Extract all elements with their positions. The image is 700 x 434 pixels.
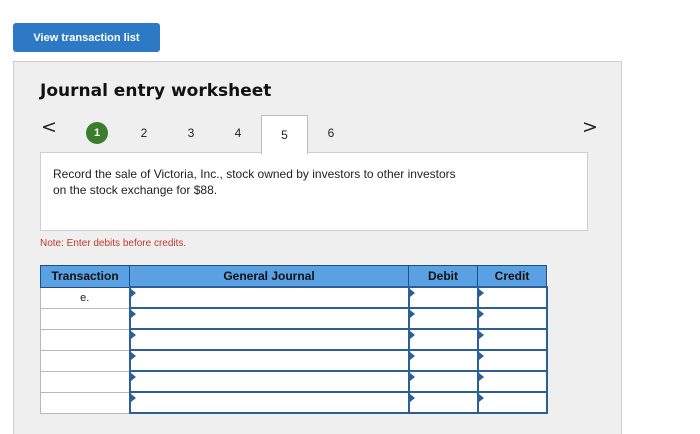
header-debit: Debit — [408, 265, 478, 288]
debit-input[interactable] — [407, 349, 479, 372]
header-general-journal: General Journal — [129, 265, 409, 288]
step-4-tab[interactable]: 4 — [227, 122, 249, 144]
debits-note: Note: Enter debits before credits. — [40, 238, 187, 249]
credit-input[interactable] — [476, 391, 548, 414]
header-transaction: Transaction — [40, 265, 130, 288]
transaction-cell — [40, 391, 130, 414]
step-5-tab[interactable]: 5 — [261, 115, 308, 154]
step-6-tab[interactable]: 6 — [320, 122, 342, 144]
account-input[interactable] — [128, 391, 410, 414]
step-2-tab[interactable]: 2 — [133, 122, 155, 144]
journal-worksheet-panel: Journal entry worksheet < 1 2 3 4 5 6 > … — [13, 61, 622, 434]
table-header-row: Transaction General Journal Debit Credit — [40, 265, 547, 288]
credit-input[interactable] — [476, 328, 548, 351]
transaction-cell: e. — [40, 286, 130, 309]
account-input[interactable] — [128, 307, 410, 330]
description-line-1: Record the sale of Victoria, Inc., stock… — [53, 167, 456, 181]
debit-input[interactable] — [407, 391, 479, 414]
account-input[interactable] — [128, 349, 410, 372]
account-input[interactable] — [128, 328, 410, 351]
transaction-cell — [40, 307, 130, 330]
account-input[interactable] — [128, 286, 410, 309]
step-1-tab[interactable]: 1 — [86, 122, 108, 144]
worksheet-title: Journal entry worksheet — [40, 81, 272, 101]
credit-input[interactable] — [476, 307, 548, 330]
chevron-right-icon[interactable]: > — [582, 117, 598, 137]
chevron-left-icon[interactable]: < — [41, 117, 57, 137]
credit-input[interactable] — [476, 286, 548, 309]
credit-input[interactable] — [476, 370, 548, 393]
transaction-cell — [40, 349, 130, 372]
account-input[interactable] — [128, 370, 410, 393]
debit-input[interactable] — [407, 328, 479, 351]
table-row: e. — [40, 286, 548, 309]
table-row — [40, 391, 548, 414]
table-row — [40, 328, 548, 351]
debit-input[interactable] — [407, 286, 479, 309]
description-line-2: on the stock exchange for $88. — [53, 183, 218, 197]
table-row — [40, 307, 548, 330]
header-credit: Credit — [477, 265, 547, 288]
transaction-cell — [40, 370, 130, 393]
credit-input[interactable] — [476, 349, 548, 372]
transaction-cell — [40, 328, 130, 351]
table-row — [40, 370, 548, 393]
debit-input[interactable] — [407, 307, 479, 330]
debit-input[interactable] — [407, 370, 479, 393]
view-transaction-list-button[interactable]: View transaction list — [13, 23, 160, 52]
table-row — [40, 349, 548, 372]
step-3-tab[interactable]: 3 — [180, 122, 202, 144]
transaction-description: Record the sale of Victoria, Inc., stock… — [40, 152, 588, 231]
journal-table: Transaction General Journal Debit Credit… — [40, 265, 548, 414]
